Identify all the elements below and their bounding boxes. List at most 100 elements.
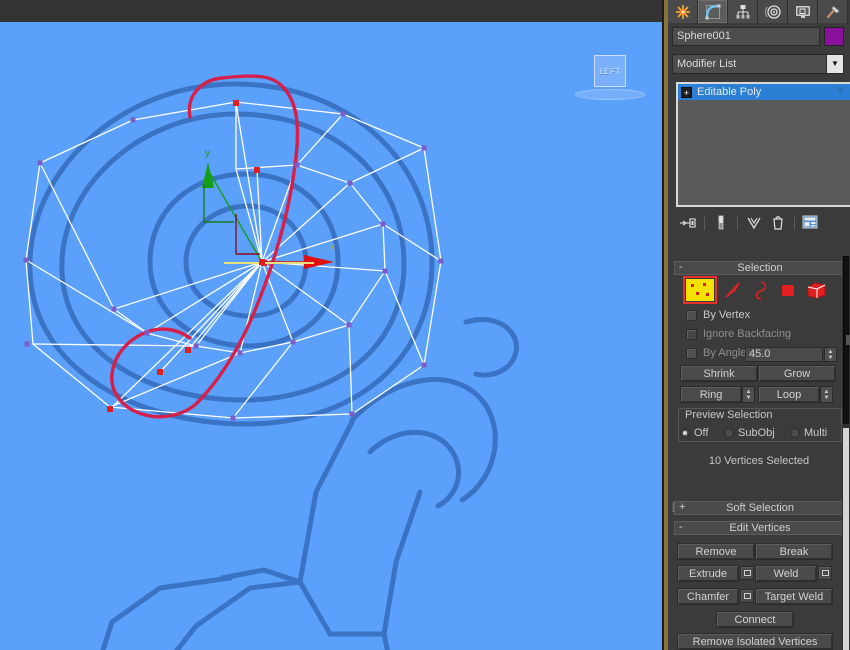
arc-icon xyxy=(705,4,720,19)
preview-off-radio[interactable] xyxy=(680,428,690,438)
collapse-icon[interactable]: - xyxy=(679,261,683,273)
preview-multi-radio[interactable] xyxy=(790,428,800,438)
extrude-settings-button[interactable] xyxy=(740,566,754,580)
mesh-wireframe xyxy=(25,101,442,419)
expand-icon[interactable]: + xyxy=(681,86,692,98)
display-tab[interactable] xyxy=(788,0,818,23)
shrink-button[interactable]: Shrink xyxy=(680,365,758,382)
remove-button[interactable]: Remove xyxy=(677,543,755,560)
edit-vertices-rollout-header[interactable]: - Edit Vertices xyxy=(674,521,846,535)
ring-spinner[interactable]: ▲ ▼ xyxy=(742,386,755,403)
polygon-level[interactable] xyxy=(779,279,797,301)
object-name-field[interactable]: Sphere001 xyxy=(672,27,820,46)
monitor-icon xyxy=(795,5,810,18)
ring-button[interactable]: Ring xyxy=(680,386,742,403)
modify-tab[interactable] xyxy=(698,0,728,23)
svg-text:y: y xyxy=(205,148,210,159)
hierarchy-icon xyxy=(736,4,749,18)
create-tab[interactable] xyxy=(668,0,698,23)
rollout-bracket-left-icon: [ xyxy=(672,502,675,513)
hammer-icon xyxy=(826,5,840,18)
soft-selection-rollout-header[interactable]: [ + Soft Selection ] xyxy=(672,501,848,515)
modifier-stack[interactable]: + Editable Poly ⁘ xyxy=(676,82,850,207)
chamfer-button[interactable]: Chamfer xyxy=(677,588,739,605)
target-weld-button[interactable]: Target Weld xyxy=(755,588,833,605)
mesh-vertices xyxy=(23,100,444,421)
scrollbar-grip-icon xyxy=(846,335,850,345)
by-angle-spinner[interactable]: ▲ ▼ xyxy=(824,347,837,362)
selection-rollout-title: Selection xyxy=(737,262,783,274)
panel-left-edge xyxy=(664,0,668,650)
by-angle-checkbox[interactable] xyxy=(686,347,697,359)
motion-tab[interactable] xyxy=(758,0,788,23)
toolbar-divider xyxy=(704,216,705,230)
viewport-left[interactable]: xy LEFT xyxy=(0,22,662,650)
stack-item-label: Editable Poly xyxy=(697,86,762,98)
scrollbar-thumb[interactable] xyxy=(843,428,849,650)
grow-button[interactable]: Grow xyxy=(758,365,836,382)
pin-stack-glyph xyxy=(680,218,696,228)
edge-level[interactable] xyxy=(723,279,743,301)
soft-selection-title: Soft Selection xyxy=(726,502,794,514)
preview-multi-option[interactable]: Multi xyxy=(790,427,827,439)
pin-stack-icon[interactable] xyxy=(676,212,700,234)
vertex-level[interactable] xyxy=(683,276,717,304)
viewcube[interactable]: LEFT xyxy=(594,55,626,87)
expand-icon[interactable]: + xyxy=(679,501,685,513)
configure-sets-glyph xyxy=(802,215,818,229)
loop-spinner[interactable]: ▲ ▼ xyxy=(820,386,833,403)
chevron-down-icon[interactable]: ▼ xyxy=(826,55,843,73)
wheel-icon xyxy=(764,4,781,19)
stack-item-editable-poly[interactable]: + Editable Poly ⁘ xyxy=(678,84,850,100)
chamfer-settings-button[interactable] xyxy=(740,589,754,603)
remove-modifier-icon[interactable] xyxy=(766,212,790,234)
preview-off-label: Off xyxy=(694,427,709,439)
by-angle-row[interactable]: By Angle: xyxy=(686,347,749,359)
by-vertex-checkbox[interactable] xyxy=(686,309,697,321)
extrude-button[interactable]: Extrude xyxy=(677,565,739,582)
weld-settings-button[interactable] xyxy=(818,566,832,580)
ignore-backfacing-row[interactable]: Ignore Backfacing xyxy=(686,328,791,340)
command-panel-tabs xyxy=(668,0,850,23)
connect-button[interactable]: Connect xyxy=(716,611,794,628)
object-color-swatch[interactable] xyxy=(824,27,844,46)
object-name-row: Sphere001 xyxy=(672,27,844,46)
ignore-backfacing-checkbox[interactable] xyxy=(686,328,697,340)
by-vertex-label: By Vertex xyxy=(703,309,751,321)
preview-off-option[interactable]: Off xyxy=(680,427,708,439)
scrollbar-track-upper[interactable] xyxy=(843,256,850,424)
show-end-result-glyph xyxy=(718,215,724,230)
preview-multi-label: Multi xyxy=(804,427,828,439)
loop-button[interactable]: Loop xyxy=(758,386,820,403)
hierarchy-tab[interactable] xyxy=(728,0,758,23)
make-unique-icon[interactable] xyxy=(742,212,766,234)
preview-subobj-option[interactable]: SubObj xyxy=(724,427,775,439)
trash-glyph xyxy=(773,216,783,230)
selection-rollout-header[interactable]: - Selection xyxy=(674,261,846,275)
by-angle-field[interactable]: 45.0 xyxy=(745,347,823,362)
viewcube-label: LEFT xyxy=(599,66,621,76)
preview-subobj-label: SubObj xyxy=(738,427,775,439)
border-level[interactable] xyxy=(752,279,770,301)
by-vertex-row[interactable]: By Vertex xyxy=(686,309,750,321)
ignore-backfacing-label: Ignore Backfacing xyxy=(703,328,792,340)
show-end-result-icon[interactable] xyxy=(709,212,733,234)
utilities-tab[interactable] xyxy=(818,0,848,23)
modifier-list-label: Modifier List xyxy=(677,58,737,70)
viewport-top-bar xyxy=(0,0,664,22)
command-panel-scrollbar[interactable] xyxy=(842,256,850,650)
selection-status: 10 Vertices Selected xyxy=(708,455,810,467)
3dsmax-window: xy LEFT Sphere001 Modifier List ▼ + Edit… xyxy=(0,0,850,650)
sub-object-level-row xyxy=(683,276,836,304)
break-button[interactable]: Break xyxy=(755,543,833,560)
modifier-list-dropdown[interactable]: Modifier List ▼ xyxy=(672,54,844,74)
element-level[interactable] xyxy=(806,279,828,301)
star-icon xyxy=(675,4,690,19)
weld-button[interactable]: Weld xyxy=(755,565,817,582)
preview-subobj-radio[interactable] xyxy=(724,428,734,438)
collapse-icon[interactable]: - xyxy=(679,521,683,533)
remove-isolated-vertices-button[interactable]: Remove Isolated Vertices xyxy=(677,633,833,650)
edit-vertices-title: Edit Vertices xyxy=(729,522,791,534)
make-unique-glyph xyxy=(747,217,761,230)
configure-modifier-sets-icon[interactable] xyxy=(799,212,823,234)
